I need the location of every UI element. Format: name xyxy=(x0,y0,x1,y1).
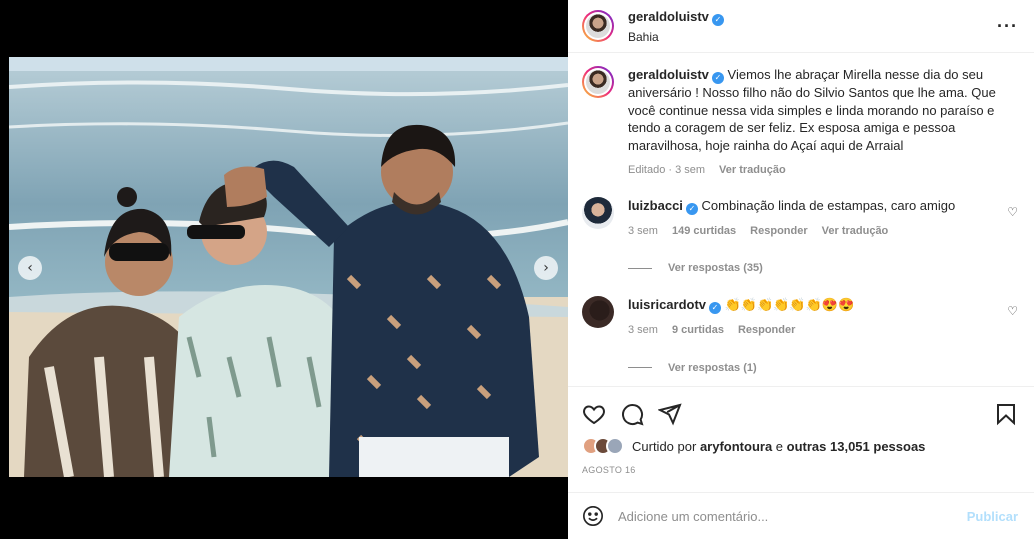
beach-photo xyxy=(9,57,568,477)
caption-username[interactable]: geraldoluistv xyxy=(628,67,709,82)
like-comment-heart-icon[interactable]: ♡ xyxy=(1007,205,1018,219)
liked-by-prefix: Curtido por xyxy=(632,438,697,454)
comment-item: luizbacci ✓ Combinação linda de estampas,… xyxy=(582,196,1018,241)
post-location[interactable]: Bahia xyxy=(628,30,997,44)
comment-time[interactable]: 3 sem xyxy=(628,223,658,241)
verified-badge-icon: ✓ xyxy=(709,302,722,314)
comment-bubble-icon[interactable] xyxy=(620,402,644,426)
comment-username[interactable]: luizbacci xyxy=(628,198,683,213)
comment-text: Combinação linda de estampas, caro amigo xyxy=(701,197,956,213)
comment-translate-link[interactable]: Ver tradução xyxy=(822,223,889,241)
share-send-icon[interactable] xyxy=(658,402,682,426)
comment-item: luisricardotv ✓ 👏👏👏👏👏👏😍😍 3 sem 9 curtidas… xyxy=(582,296,1018,340)
post-header: geraldoluistv ✓ Bahia ··· xyxy=(568,0,1034,53)
comments-list[interactable]: geraldoluistv ✓ Viemos lhe abraçar Mirell… xyxy=(568,54,1034,386)
comment-avatar[interactable] xyxy=(582,296,614,328)
author-username[interactable]: geraldoluistv xyxy=(628,9,709,24)
post-date[interactable]: AGOSTO 16 xyxy=(568,455,1034,475)
comment-username[interactable]: luisricardotv xyxy=(628,297,706,312)
liked-by-conjunction: e xyxy=(775,438,784,454)
author-avatar[interactable] xyxy=(582,10,614,42)
post-media-area: ‹ › xyxy=(0,0,568,539)
view-replies-button[interactable]: Ver respostas (1) xyxy=(628,362,1018,374)
verified-badge-icon: ✓ xyxy=(711,72,724,84)
comment-likes[interactable]: 9 curtidas xyxy=(672,322,724,340)
caption-translate-link[interactable]: Ver tradução xyxy=(719,162,786,180)
comment-likes[interactable]: 149 curtidas xyxy=(672,223,736,241)
post-side-panel: geraldoluistv ✓ Bahia ··· geraldoluistv ✓ … xyxy=(568,0,1034,539)
liked-by-others-link[interactable]: outras 13,051 pessoas xyxy=(787,439,926,454)
comment-time[interactable]: 3 sem xyxy=(628,322,658,340)
publish-button[interactable]: Publicar xyxy=(967,509,1018,524)
liker-avatar[interactable] xyxy=(606,437,624,455)
caption-author-avatar[interactable] xyxy=(582,66,614,98)
caption: geraldoluistv ✓ Viemos lhe abraçar Mirell… xyxy=(582,66,1018,180)
verified-badge-icon: ✓ xyxy=(685,202,698,215)
comment-input[interactable] xyxy=(618,508,967,524)
like-comment-heart-icon[interactable]: ♡ xyxy=(1007,304,1018,318)
comment-avatar[interactable] xyxy=(582,196,614,229)
comment-reply-button[interactable]: Responder xyxy=(750,223,807,241)
verified-badge-icon: ✓ xyxy=(711,14,724,26)
add-comment-bar: Publicar xyxy=(568,492,1034,539)
divider-line xyxy=(628,367,652,368)
likes-summary: Curtido por aryfontoura e outras 13,051 … xyxy=(568,431,1034,455)
post-photo[interactable] xyxy=(9,57,568,477)
chevron-left-icon: ‹ xyxy=(27,260,33,276)
comment-text: 👏👏👏👏👏👏😍😍 xyxy=(724,297,855,312)
save-bookmark-icon[interactable] xyxy=(994,402,1018,426)
carousel-next-button[interactable]: › xyxy=(534,256,558,280)
liked-by-user-link[interactable]: aryfontoura xyxy=(700,439,772,454)
like-heart-icon[interactable] xyxy=(582,402,606,426)
emoji-smiley-icon[interactable] xyxy=(582,505,604,527)
chevron-right-icon: › xyxy=(543,260,549,276)
caption-edited: Editado · 3 sem xyxy=(628,164,706,176)
liker-avatars xyxy=(582,437,624,455)
view-replies-button[interactable]: Ver respostas (35) xyxy=(628,262,1018,274)
comment-reply-button[interactable]: Responder xyxy=(738,322,795,340)
carousel-prev-button[interactable]: ‹ xyxy=(18,256,42,280)
post-actions-section: Curtido por aryfontoura e outras 13,051 … xyxy=(568,386,1034,539)
divider-line xyxy=(628,267,652,269)
more-options-icon[interactable]: ··· xyxy=(997,16,1018,37)
action-buttons xyxy=(568,387,1034,431)
